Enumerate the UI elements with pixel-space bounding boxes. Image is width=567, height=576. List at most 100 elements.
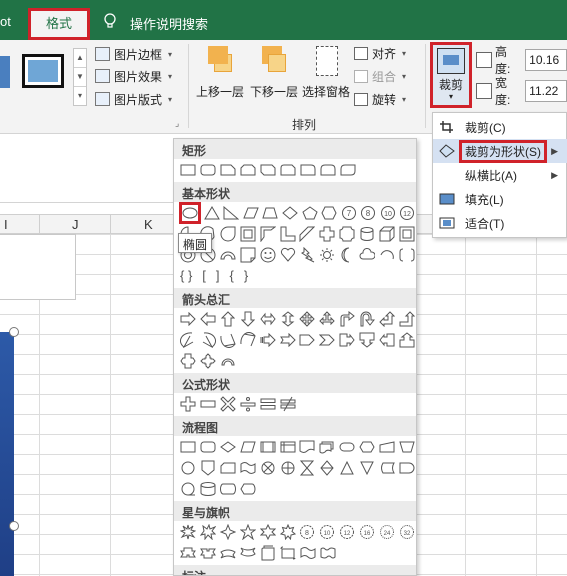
column-header-k[interactable]: K <box>144 217 153 232</box>
curved-right-arrow-shape-icon[interactable] <box>179 331 197 349</box>
moon-shape-icon[interactable] <box>338 246 356 264</box>
arc-shape-icon[interactable] <box>378 246 396 264</box>
gallery-expand-icon[interactable]: ▾ <box>74 87 86 106</box>
curved-up-arrow-shape-icon[interactable] <box>219 331 237 349</box>
menu-item-crop[interactable]: 裁剪(C) <box>433 115 567 139</box>
flowchart-internal-storage-icon[interactable] <box>279 438 297 456</box>
left-brace-shape-icon[interactable]: { <box>230 268 234 283</box>
snip-same-side-rectangle-icon[interactable] <box>239 161 257 179</box>
flowchart-sort-icon[interactable] <box>318 459 336 477</box>
tell-me-search[interactable]: 操作说明搜索 <box>130 14 208 33</box>
left-right-up-arrow-shape-icon[interactable] <box>318 310 336 328</box>
star-32-point-shape-icon[interactable]: 32 <box>398 523 416 541</box>
flowchart-magnetic-disk-icon[interactable] <box>199 480 217 498</box>
heptagon-shape-icon[interactable]: 7 <box>340 204 358 222</box>
left-up-arrow-shape-icon[interactable] <box>378 310 396 328</box>
decagon-shape-icon[interactable]: 10 <box>379 204 397 222</box>
flowchart-manual-input-icon[interactable] <box>378 438 396 456</box>
bent-up-arrow-shape-icon[interactable] <box>398 310 416 328</box>
star-24-point-shape-icon[interactable]: 24 <box>378 523 396 541</box>
quad-arrow-callout-shape-icon[interactable] <box>199 352 217 370</box>
resize-handle[interactable] <box>9 521 19 531</box>
star-12-point-shape-icon[interactable]: 12 <box>338 523 356 541</box>
picture-style-thumbnail[interactable] <box>0 56 10 88</box>
curved-ribbon-down-shape-icon[interactable] <box>239 544 257 562</box>
picture-style-thumbnail-selected[interactable] <box>22 54 64 88</box>
star-6-point-shape-icon[interactable] <box>259 523 277 541</box>
bring-forward-button[interactable]: 上移一层 <box>194 44 246 100</box>
bent-arrow-shape-icon[interactable] <box>338 310 356 328</box>
flowchart-display-icon[interactable] <box>239 480 257 498</box>
block-arc-shape-icon[interactable] <box>219 246 237 264</box>
horizontal-scroll-shape-icon[interactable] <box>279 544 297 562</box>
plaque-shape-icon[interactable] <box>338 225 356 243</box>
crop-button[interactable]: 裁剪 ▾ <box>430 42 472 108</box>
frame-shape-icon[interactable] <box>239 225 257 243</box>
vertical-scroll-shape-icon[interactable] <box>259 544 277 562</box>
striped-right-arrow-shape-icon[interactable] <box>259 331 277 349</box>
l-shape-icon[interactable] <box>279 225 297 243</box>
dodecagon-shape-icon[interactable]: 12 <box>398 204 416 222</box>
right-triangle-shape-icon[interactable] <box>223 204 241 222</box>
left-arrow-callout-shape-icon[interactable] <box>378 331 396 349</box>
flowchart-process-icon[interactable] <box>179 438 197 456</box>
menu-item-crop-to-shape[interactable]: 裁剪为形状(S) ▶ <box>433 139 567 163</box>
left-right-arrow-callout-shape-icon[interactable] <box>179 352 197 370</box>
math-plus-shape-icon[interactable] <box>179 395 197 413</box>
circular-arrow-shape-icon[interactable] <box>219 352 237 370</box>
double-brace-shape-icon[interactable]: { } <box>180 268 192 283</box>
rounded-rectangle-shape-icon[interactable] <box>199 161 217 179</box>
math-multiply-shape-icon[interactable] <box>219 395 237 413</box>
octagon-shape-icon[interactable]: 8 <box>359 204 377 222</box>
left-bracket-shape-icon[interactable]: [ <box>202 268 206 283</box>
selected-picture[interactable] <box>0 332 14 576</box>
math-equal-shape-icon[interactable] <box>259 395 277 413</box>
parallelogram-shape-icon[interactable] <box>242 204 260 222</box>
diamond-shape-icon[interactable] <box>281 204 299 222</box>
flowchart-data-icon[interactable] <box>239 438 257 456</box>
explosion-2-shape-icon[interactable] <box>199 523 217 541</box>
round-diagonal-rectangle-icon[interactable] <box>339 161 357 179</box>
flowchart-predefined-process-icon[interactable] <box>259 438 277 456</box>
math-divide-shape-icon[interactable] <box>239 395 257 413</box>
u-turn-arrow-shape-icon[interactable] <box>358 310 376 328</box>
wave-shape-icon[interactable] <box>299 544 317 562</box>
flowchart-manual-operation-icon[interactable] <box>398 438 416 456</box>
pentagon-arrow-shape-icon[interactable] <box>299 331 317 349</box>
height-input[interactable]: 10.16 <box>525 49 567 71</box>
flowchart-direct-access-icon[interactable] <box>219 480 237 498</box>
round-snip-rectangle-icon[interactable] <box>279 161 297 179</box>
flowchart-multidocument-icon[interactable] <box>318 438 336 456</box>
up-arrow-callout-shape-icon[interactable] <box>398 331 416 349</box>
up-down-arrow-shape-icon[interactable] <box>279 310 297 328</box>
dialog-launcher-icon[interactable]: ⌟ <box>175 118 179 129</box>
star-16-point-shape-icon[interactable]: 16 <box>358 523 376 541</box>
scroll-down-icon[interactable]: ▼ <box>74 68 86 87</box>
plus-shape-icon[interactable] <box>318 225 336 243</box>
triangle-shape-icon[interactable] <box>203 204 221 222</box>
group-button[interactable]: 组合 ▾ <box>354 66 406 86</box>
diagonal-stripe-shape-icon[interactable] <box>299 225 317 243</box>
pentagon-shape-icon[interactable] <box>301 204 319 222</box>
flowchart-sequential-access-icon[interactable] <box>179 480 197 498</box>
flowchart-preparation-icon[interactable] <box>358 438 376 456</box>
right-brace-shape-icon[interactable]: } <box>244 268 248 283</box>
quad-arrow-shape-icon[interactable] <box>299 310 317 328</box>
rectangle-shape-icon[interactable] <box>179 161 197 179</box>
double-bracket-shape-icon[interactable] <box>398 246 416 264</box>
star-10-point-shape-icon[interactable]: 10 <box>318 523 336 541</box>
tab-format[interactable]: 格式 <box>28 8 90 40</box>
menu-item-fill[interactable]: 填充(L) <box>433 187 567 211</box>
left-arrow-shape-icon[interactable] <box>199 310 217 328</box>
double-wave-shape-icon[interactable] <box>319 544 337 562</box>
folded-corner-shape-icon[interactable] <box>239 246 257 264</box>
send-backward-button[interactable]: 下移一层 <box>248 44 300 100</box>
half-frame-shape-icon[interactable] <box>259 225 277 243</box>
resize-handle[interactable] <box>9 327 19 337</box>
round-same-side-rectangle-icon[interactable] <box>319 161 337 179</box>
ribbon-up-shape-icon[interactable] <box>179 544 197 562</box>
width-input[interactable]: 11.22 <box>525 80 567 102</box>
snip-diagonal-rectangle-icon[interactable] <box>259 161 277 179</box>
align-button[interactable]: 对齐 ▾ <box>354 43 406 63</box>
flowchart-offpage-connector-icon[interactable] <box>199 459 217 477</box>
